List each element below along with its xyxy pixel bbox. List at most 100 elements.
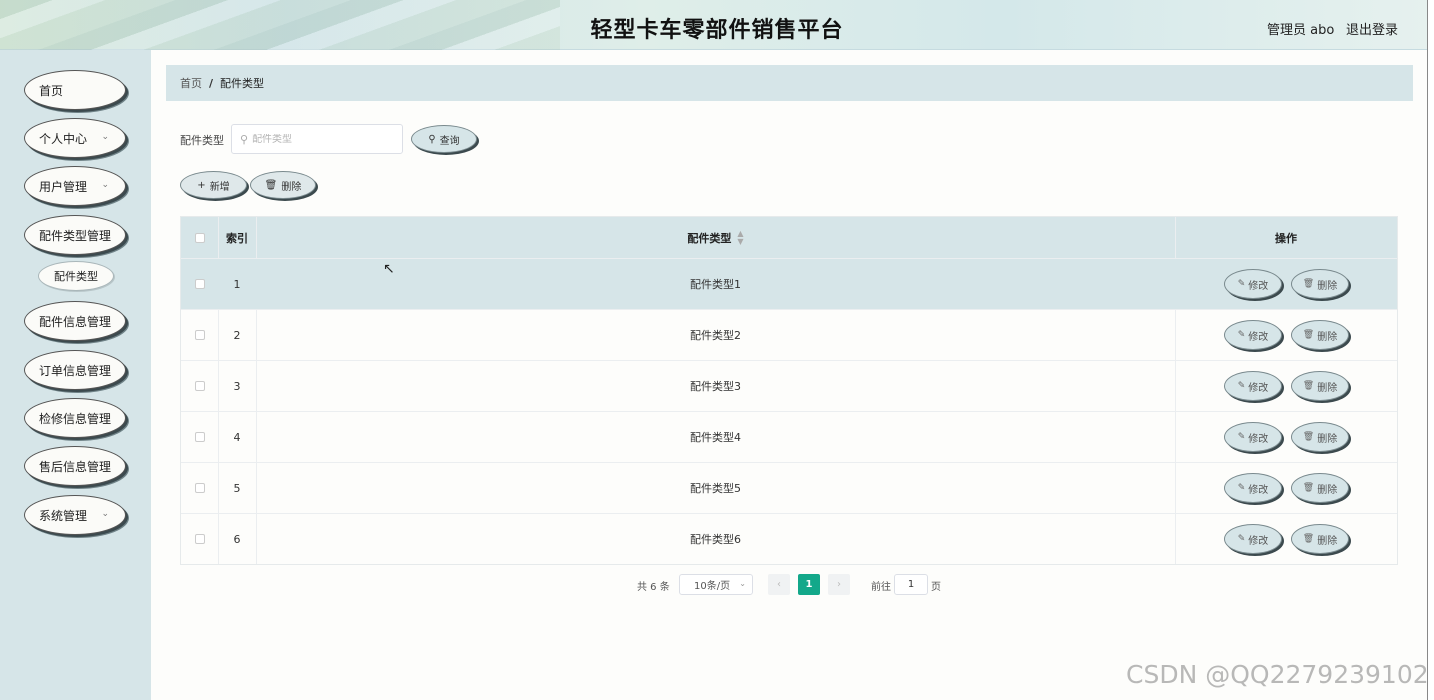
sidebar-item-label: 配件信息管理 <box>39 314 112 329</box>
table-row[interactable]: 3 配件类型3 ✎ 修改 🗑 删除 <box>181 360 1397 411</box>
sidebar-item-order-management[interactable]: 订单信息管理 <box>24 350 126 390</box>
sidebar-item-aftersales-management[interactable]: 售后信息管理 <box>24 446 126 486</box>
row-checkbox[interactable] <box>194 279 205 289</box>
row-checkbox[interactable] <box>194 330 205 340</box>
edit-icon: ✎ <box>1237 381 1246 391</box>
edit-button-label: 修改 <box>1248 535 1269 547</box>
delete-button-label: 删除 <box>1317 280 1338 292</box>
edit-button[interactable]: ✎ 修改 <box>1224 320 1282 350</box>
sidebar-item-part-type-management[interactable]: 配件类型管理 <box>24 215 126 255</box>
sidebar-subitem-part-type[interactable]: 配件类型 <box>38 261 114 291</box>
sidebar-subitem-label: 配件类型 <box>54 270 98 283</box>
search-input[interactable] <box>252 133 393 145</box>
sidebar-item-home[interactable]: 首页 <box>24 70 126 110</box>
delete-button[interactable]: 🗑 删除 <box>1291 473 1349 503</box>
next-page-button[interactable]: › <box>828 574 850 595</box>
sidebar-item-label: 检修信息管理 <box>39 411 112 426</box>
query-button[interactable]: ⚲ 查询 <box>411 125 477 153</box>
row-part-type: 配件类型5 <box>690 482 741 495</box>
breadcrumb-home[interactable]: 首页 <box>180 75 202 91</box>
edit-icon: ✎ <box>1237 432 1246 442</box>
trash-icon: 🗑 <box>1302 483 1315 493</box>
chevron-down-icon: ⌄ <box>739 579 746 588</box>
delete-button[interactable]: 🗑 删除 <box>1291 371 1349 401</box>
batch-delete-button[interactable]: 🗑 删除 <box>250 171 316 199</box>
row-checkbox[interactable] <box>194 381 205 391</box>
add-button-label: 新增 <box>209 181 230 193</box>
sidebar-item-label: 订单信息管理 <box>39 363 112 378</box>
row-index: 1 <box>233 277 241 291</box>
edit-button[interactable]: ✎ 修改 <box>1224 371 1282 401</box>
table-row[interactable]: 6 配件类型6 ✎ 修改 🗑 删除 <box>181 513 1397 564</box>
search-icon: ⚲ <box>428 133 436 145</box>
header-part-type[interactable]: 配件类型 ▲ ▼ <box>256 217 1175 258</box>
row-index: 4 <box>233 430 241 444</box>
edit-button-label: 修改 <box>1248 382 1269 394</box>
table-row[interactable]: 4 配件类型4 ✎ 修改 🗑 删除 <box>181 411 1397 462</box>
delete-button[interactable]: 🗑 删除 <box>1291 269 1349 299</box>
chevron-down-icon: ⌄ <box>101 180 109 190</box>
mouse-cursor-icon: ↖ <box>383 261 395 277</box>
table-row[interactable]: 5 配件类型5 ✎ 修改 🗑 删除 <box>181 462 1397 513</box>
prev-page-button[interactable]: ‹ <box>768 574 790 595</box>
edit-button[interactable]: ✎ 修改 <box>1224 524 1282 554</box>
row-part-type: 配件类型2 <box>690 329 741 342</box>
sidebar: 首页 个人中心 ⌄ 用户管理 ⌄ 配件类型管理 配件类型 配件信息管理 订单信息… <box>0 50 151 700</box>
delete-button-label: 删除 <box>1317 331 1338 343</box>
trash-icon: 🗑 <box>1302 432 1315 442</box>
goto-label: 前往 <box>871 582 891 593</box>
edit-button-label: 修改 <box>1248 484 1269 496</box>
add-button[interactable]: + 新增 <box>180 171 247 199</box>
trash-icon: 🗑 <box>1302 534 1315 544</box>
goto-page-input[interactable] <box>894 574 928 595</box>
header-part-type-label: 配件类型 <box>687 231 732 245</box>
search-label: 配件类型 <box>180 134 224 147</box>
delete-button-label: 删除 <box>1317 535 1338 547</box>
edit-button[interactable]: ✎ 修改 <box>1224 269 1282 299</box>
delete-button-label: 删除 <box>1317 484 1338 496</box>
header-index: 索引 <box>226 231 248 245</box>
page-number-current[interactable]: 1 <box>798 574 820 595</box>
sidebar-item-maintenance-management[interactable]: 检修信息管理 <box>24 398 126 438</box>
sort-icon[interactable]: ▲ ▼ <box>737 229 743 246</box>
table-row[interactable]: 1 配件类型1 ✎ 修改 🗑 删除 <box>181 258 1397 309</box>
row-index: 5 <box>233 481 241 495</box>
page-size-select[interactable]: 10条/页 ⌄ <box>679 574 753 595</box>
chevron-down-icon: ⌄ <box>101 132 109 142</box>
sidebar-item-label: 用户管理 <box>39 179 88 194</box>
chevron-down-icon: ⌄ <box>101 509 109 519</box>
breadcrumb-current: 配件类型 <box>220 77 265 90</box>
query-button-label: 查询 <box>439 135 460 147</box>
delete-button[interactable]: 🗑 删除 <box>1291 320 1349 350</box>
edit-button[interactable]: ✎ 修改 <box>1224 473 1282 503</box>
sidebar-item-label: 个人中心 <box>39 131 88 146</box>
row-checkbox[interactable] <box>194 432 205 442</box>
edit-button-label: 修改 <box>1248 280 1269 292</box>
edit-button[interactable]: ✎ 修改 <box>1224 422 1282 452</box>
select-all-checkbox[interactable] <box>194 232 205 243</box>
sidebar-item-profile[interactable]: 个人中心 ⌄ <box>24 118 126 158</box>
sidebar-item-part-info-management[interactable]: 配件信息管理 <box>24 301 126 341</box>
table-row[interactable]: 2 配件类型2 ✎ 修改 🗑 删除 <box>181 309 1397 360</box>
row-checkbox[interactable] <box>194 534 205 544</box>
row-index: 3 <box>233 379 241 393</box>
row-index: 6 <box>233 532 241 546</box>
search-field[interactable]: ⚲ <box>231 124 403 154</box>
row-checkbox[interactable] <box>194 483 205 493</box>
page-size-value: 10条/页 <box>694 581 731 592</box>
sidebar-item-system-management[interactable]: 系统管理 ⌄ <box>24 495 126 535</box>
app-title: 轻型卡车零部件销售平台 <box>590 18 844 43</box>
chevron-left-icon: ‹ <box>777 579 781 590</box>
row-index: 2 <box>233 328 241 342</box>
logout-link[interactable]: 退出登录 <box>1346 19 1398 38</box>
edit-icon: ✎ <box>1237 483 1246 493</box>
delete-button[interactable]: 🗑 删除 <box>1291 524 1349 554</box>
sidebar-item-users[interactable]: 用户管理 ⌄ <box>24 166 126 206</box>
delete-button[interactable]: 🗑 删除 <box>1291 422 1349 452</box>
chevron-right-icon: › <box>837 579 841 590</box>
row-part-type: 配件类型4 <box>690 431 741 444</box>
current-user: 管理员 abo <box>1267 23 1335 38</box>
plus-icon: + <box>197 179 206 191</box>
breadcrumb: 首页 / 配件类型 <box>166 65 1413 101</box>
edit-icon: ✎ <box>1237 279 1246 289</box>
